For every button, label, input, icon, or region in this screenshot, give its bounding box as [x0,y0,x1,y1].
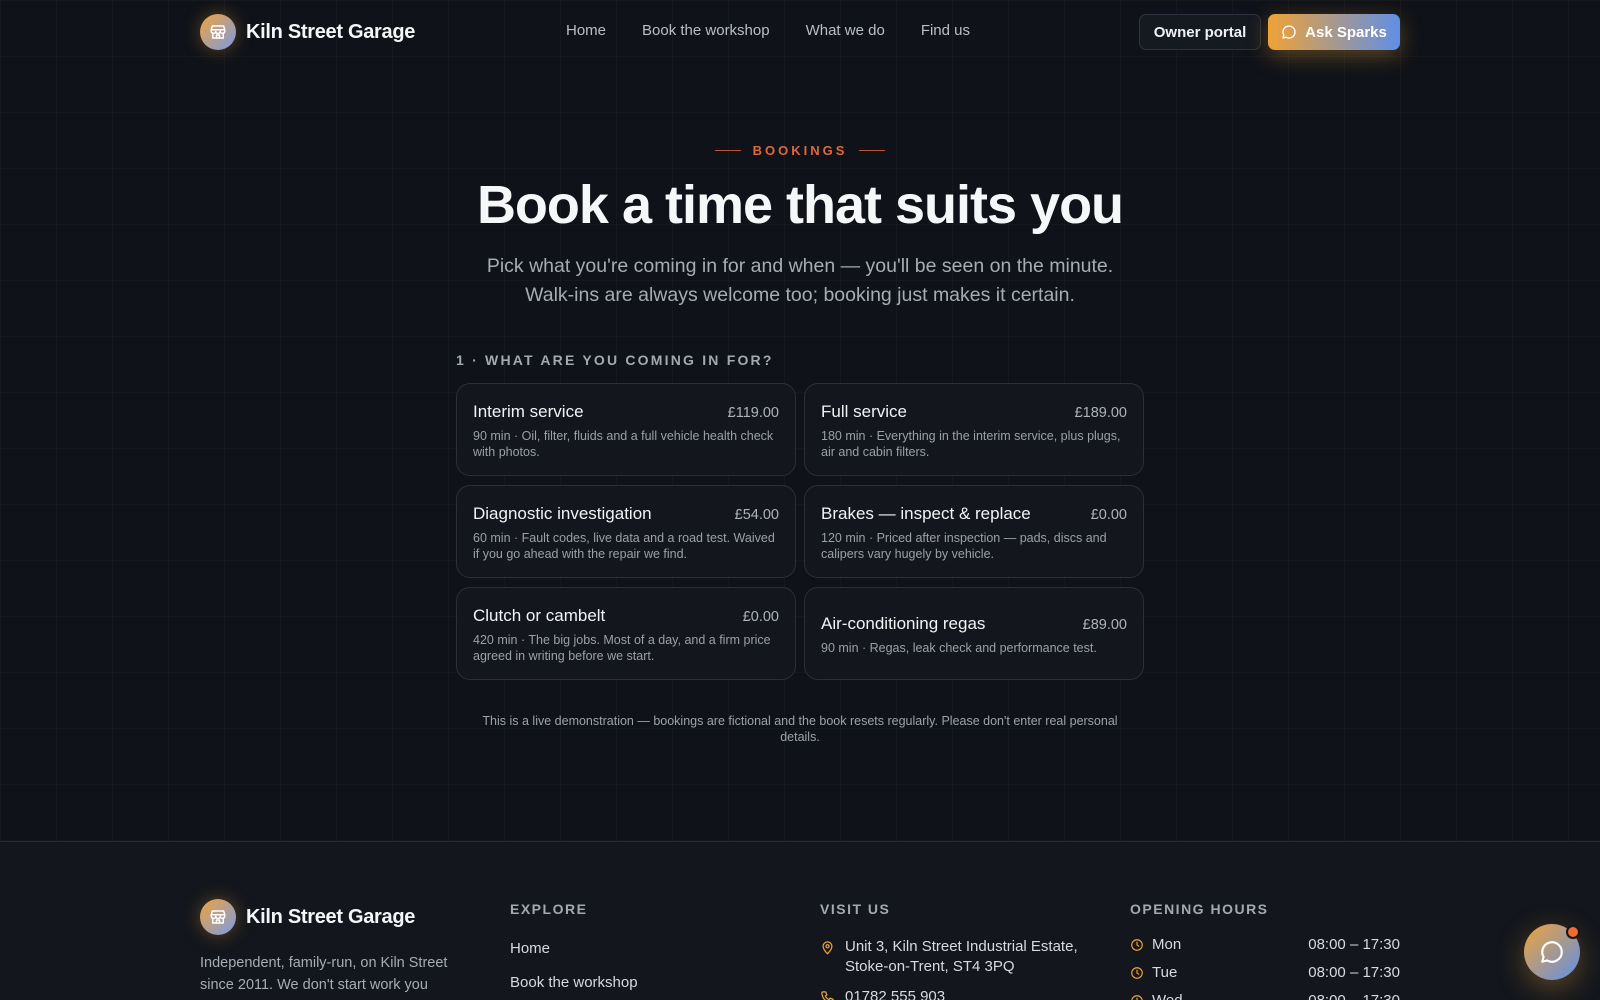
service-description: 420 min · The big jobs. Most of a day, a… [473,633,771,663]
service-price: £189.00 [1074,405,1127,421]
owner-portal-label: Owner portal [1153,23,1247,41]
brand[interactable]: Kiln Street Garage [200,14,415,50]
step-1-label: 1 · WHAT ARE YOU COMING IN FOR? [456,352,774,368]
clock-icon [1131,966,1143,979]
footer-explore-heading: EXPLORE [510,901,588,917]
phone-icon [821,991,834,1000]
service-name: Interim service [473,402,584,421]
service-description: 90 min · Oil, filter, fluids and a full … [473,429,774,459]
hours-row-mon: Mon 08:00 – 17:30 [1130,936,1400,953]
storefront-icon [200,899,236,935]
hours-row-tue: Tue 08:00 – 17:30 [1130,964,1400,981]
ask-sparks-button[interactable]: Ask Sparks [1268,14,1400,50]
brand-name: Kiln Street Garage [246,20,416,43]
service-price: £89.00 [1082,617,1127,633]
nav-book-workshop[interactable]: Book the workshop [642,22,770,39]
service-name: Diagnostic investigation [473,504,652,523]
eyebrow-line-left [714,150,741,151]
service-card-diagnostic[interactable]: Diagnostic investigation £54.00 60 min ·… [456,485,796,578]
footer-visit-heading: VISIT US [820,901,891,917]
service-description: 120 min · Priced after inspection — pads… [821,531,1107,561]
service-name: Air-conditioning regas [821,614,986,633]
hours-time: 08:00 – 17:30 [1308,992,1400,1000]
storefront-icon [200,14,236,50]
subtitle-line-1: Pick what you're coming in for and when … [486,255,1114,277]
main-nav: Home Book the workshop What we do Find u… [566,22,970,39]
hours-time: 08:00 – 17:30 [1308,936,1400,953]
footer-address: Unit 3, Kiln Street Industrial Estate, S… [820,937,1085,977]
hours-day: Tue [1152,964,1178,981]
page-subtitle: Pick what you're coming in for and when … [0,252,1600,310]
service-price: £0.00 [742,609,779,625]
hours-day: Mon [1152,936,1182,953]
service-name: Clutch or cambelt [473,606,606,625]
service-card-clutch[interactable]: Clutch or cambelt £0.00 420 min · The bi… [456,587,796,680]
demo-disclaimer: This is a live demonstration — bookings … [482,714,1118,744]
address-text: Unit 3, Kiln Street Industrial Estate, S… [845,938,1078,975]
owner-portal-button[interactable]: Owner portal [1139,14,1261,50]
footer-brand[interactable]: Kiln Street Garage [200,899,415,935]
eyebrow-line-right [859,150,886,151]
page-title: Book a time that suits you [476,175,1124,235]
chat-launcher-button[interactable] [1524,924,1580,980]
clock-icon [1131,994,1143,1000]
footer-link-home[interactable]: Home [510,940,550,957]
site-footer: Kiln Street Garage Independent, family-r… [0,841,1600,1000]
service-name: Full service [821,402,907,421]
nav-find-us[interactable]: Find us [921,22,970,39]
service-description: 90 min · Regas, leak check and performan… [821,641,1097,655]
service-card-full[interactable]: Full service £189.00 180 min · Everythin… [804,383,1144,476]
nav-what-we-do[interactable]: What we do [806,22,885,39]
hours-day: Wed [1152,992,1183,1000]
footer-brand-name: Kiln Street Garage [246,905,416,928]
subtitle-line-2: Walk-ins are always welcome too; booking… [525,284,1075,306]
service-description: 180 min · Everything in the interim serv… [821,429,1121,459]
service-card-interim[interactable]: Interim service £119.00 90 min · Oil, fi… [456,383,796,476]
ask-sparks-label: Ask Sparks [1305,23,1387,41]
service-description: 60 min · Fault codes, live data and a ro… [473,531,775,561]
service-card-brakes[interactable]: Brakes — inspect & replace £0.00 120 min… [804,485,1144,578]
service-price: £0.00 [1090,507,1127,523]
hours-time: 08:00 – 17:30 [1308,964,1400,981]
chat-bubble-icon [1282,25,1296,39]
footer-phone[interactable]: 01782 555 903 [820,987,945,1000]
chat-bubble-icon [1541,941,1563,963]
phone-text: 01782 555 903 [845,988,946,1000]
service-price: £119.00 [727,405,779,421]
footer-link-book-workshop[interactable]: Book the workshop [510,974,638,991]
footer-hours-heading: OPENING HOURS [1130,901,1269,917]
clock-icon [1131,938,1143,951]
site-header: Kiln Street Garage Home Book the worksho… [0,0,1600,64]
service-price: £54.00 [734,507,779,523]
footer-about: Independent, family-run, on Kiln Street … [200,955,448,993]
hours-row-wed: Wed 08:00 – 17:30 [1130,992,1400,1000]
nav-home[interactable]: Home [566,22,606,39]
eyebrow-text: BOOKINGS [752,143,848,158]
service-card-aircon[interactable]: Air-conditioning regas £89.00 90 min · R… [804,587,1144,680]
map-pin-icon [822,941,833,955]
section-eyebrow: BOOKINGS [0,143,1600,158]
service-name: Brakes — inspect & replace [821,504,1031,523]
notification-dot [1566,925,1580,939]
